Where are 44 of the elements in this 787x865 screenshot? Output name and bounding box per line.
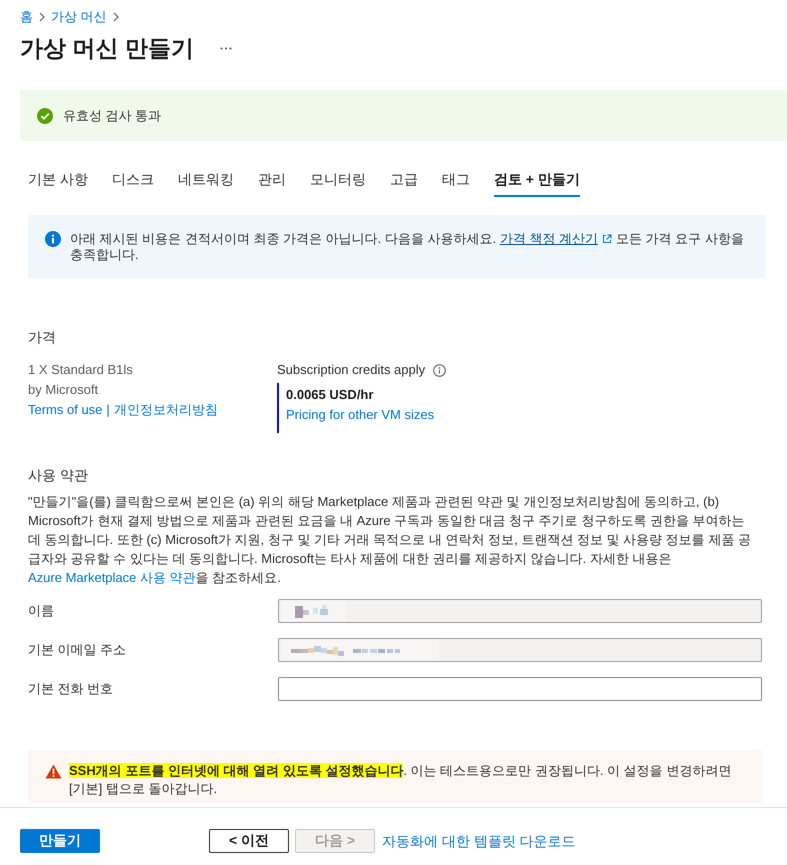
tab[interactable]: 관리 (258, 162, 286, 197)
page-title: 가상 머신 만들기 (20, 34, 194, 63)
section-heading: 가격 (28, 328, 56, 347)
download-template-link[interactable]: 자동화에 대한 템플릿 다운로드 (382, 829, 576, 853)
breadcrumb-link[interactable]: 홈 (20, 8, 33, 26)
input-field[interactable] (278, 677, 762, 701)
legal-link[interactable]: 개인정보처리방침 (114, 400, 218, 420)
tab[interactable]: 태그 (442, 162, 470, 197)
previous-button[interactable]: < 이전 (209, 829, 289, 853)
tab[interactable]: 모니터링 (310, 162, 366, 197)
info-icon (45, 231, 61, 247)
tab[interactable]: 네트워킹 (178, 162, 234, 197)
tab[interactable]: 고급 (390, 162, 418, 197)
product-name: 1 X Standard B1ls (28, 361, 133, 379)
legal-link[interactable]: Terms of use (28, 400, 102, 420)
check-circle-icon (37, 108, 53, 124)
credits-label: Subscription credits apply (277, 361, 426, 379)
chevron-icon (39, 12, 45, 22)
hourly-price: 0.0065 USD/hr (286, 386, 374, 404)
input-field[interactable] (278, 638, 762, 662)
input-field[interactable] (278, 599, 762, 623)
link-separator: | (106, 401, 110, 419)
pricing-calculator-link[interactable]: 가격 책정 계산기 (500, 231, 598, 246)
create-button[interactable]: 만들기 (20, 829, 100, 853)
info-icon (433, 364, 446, 376)
tab[interactable]: 기본 사항 (28, 162, 88, 197)
field-label: 기본 전화 번호 (28, 680, 114, 698)
tab[interactable]: 디스크 (112, 162, 154, 197)
validation-message: 유효성 검사 통과 (63, 106, 162, 124)
info-message: 아래 제시된 비용은 견적서이며 최종 가격은 아닙니다. 다음을 사용하세요. 가격 책정 계산기 모든 가격 요구 사항을 충족합니다. (70, 231, 745, 263)
external-link-icon (602, 234, 612, 244)
field-label: 기본 이메일 주소 (28, 641, 126, 659)
terms-paragraph: "만들기"을(를) 클릭함으로써 본인은 (a) 위의 해당 Marketplace 제품과 관련된 약관 및 개인정보처리방침에 동의하고, (b) Microsoft가 현재 결제 방법으로 제품과 관련된 요금을 내 Azure 구독과 동일한 대금 청구 주기로 청구하도록 권한을 부여하는 데 동의합니다. 또한 (c) Microsoft가 지원, 청구 및 기타 거래 목적으로 내 연락처 정보, 트랜잭션 정보 및 사용량 정보를 제품 공급자와 공유할 수 있다는 데 동의합니다. Microsoft는 타사 제품에 대한 권리를 제공하지 않습니다. 자세한 내용은 Azure Marketplace 사용 약관을 참조하세요. (28, 493, 752, 587)
marketplace-terms-link[interactable]: Azure Marketplace 사용 약관 (28, 570, 196, 585)
warning-icon (45, 764, 62, 779)
more-icon (220, 46, 232, 50)
breadcrumb-link[interactable]: 가상 머신 (51, 8, 107, 26)
chevron-icon (112, 12, 119, 22)
pricing-link[interactable]: Pricing for other VM sizes (286, 405, 434, 425)
field-label: 이름 (28, 602, 54, 620)
more-button[interactable] (220, 46, 232, 50)
section-heading: 사용 약관 (28, 466, 88, 485)
tab[interactable]: 검토 + 만들기 (494, 162, 580, 197)
publisher-name: by Microsoft (28, 381, 98, 399)
